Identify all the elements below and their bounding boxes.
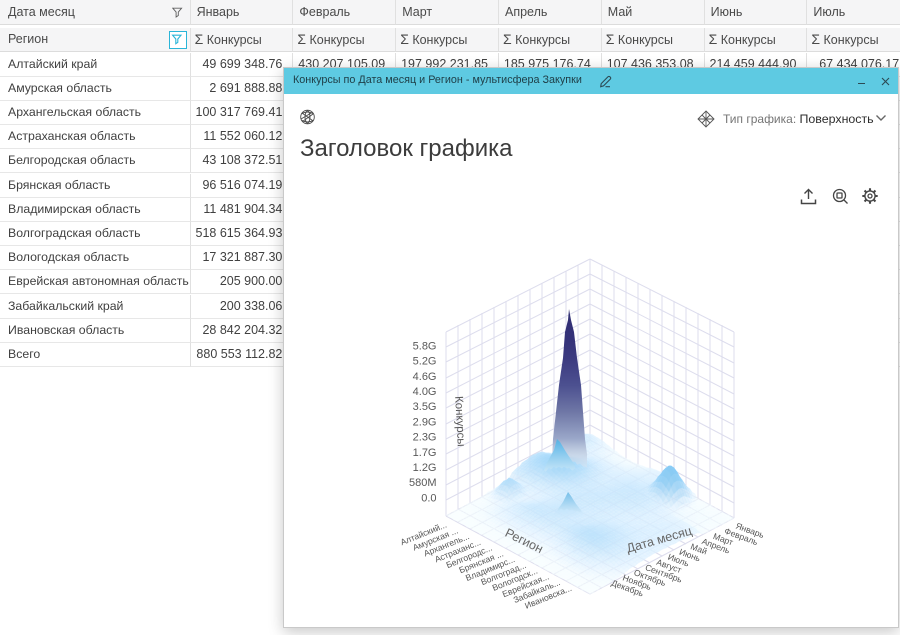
svg-text:5.8G: 5.8G (413, 340, 437, 352)
svg-text:580M: 580M (409, 477, 437, 489)
svg-text:0.0: 0.0 (421, 492, 436, 504)
svg-text:4.0G: 4.0G (413, 386, 437, 398)
svg-text:1.7G: 1.7G (413, 446, 437, 458)
svg-text:4.6G: 4.6G (413, 370, 437, 382)
svg-text:5.2G: 5.2G (413, 355, 437, 367)
svg-text:2.3G: 2.3G (413, 431, 437, 443)
svg-text:2.9G: 2.9G (413, 416, 437, 428)
svg-text:3.5G: 3.5G (413, 401, 437, 413)
svg-text:1.2G: 1.2G (413, 461, 437, 473)
svg-text:Конкурсы: Конкурсы (452, 395, 467, 446)
